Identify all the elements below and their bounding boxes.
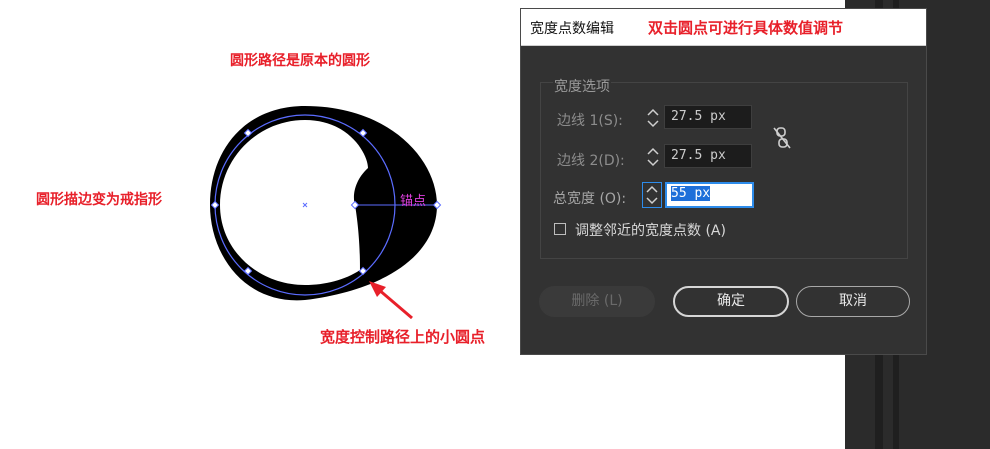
side1-input[interactable]: 27.5 px <box>664 105 752 129</box>
annotation-anchor-point: 锚点 <box>400 194 427 209</box>
total-width-label: 总宽度 (O): <box>553 191 627 207</box>
checkbox-icon[interactable] <box>554 223 566 235</box>
side2-label: 边线 2(D): <box>557 153 625 169</box>
total-width-stepper-icon[interactable] <box>642 182 662 208</box>
dialog-title-bar[interactable]: 宽度点数编辑 双击圆点可进行具体数值调节 <box>521 9 926 46</box>
annotation-width-points: 宽度控制路径上的小圆点 <box>320 328 486 346</box>
width-options-label: 宽度选项 <box>553 76 611 96</box>
annotation-double-click: 双击圆点可进行具体数值调节 <box>648 19 844 37</box>
unlink-icon[interactable] <box>771 126 793 154</box>
delete-button[interactable]: 删除 (L) <box>539 286 655 317</box>
center-mark-icon <box>302 202 308 208</box>
arrow-icon <box>369 281 413 320</box>
total-width-input[interactable]: 55 px <box>665 182 754 208</box>
side2-stepper-icon[interactable] <box>643 144 663 170</box>
side1-label: 边线 1(S): <box>557 113 623 129</box>
total-width-value: 55 px <box>671 186 711 201</box>
dialog-title: 宽度点数编辑 <box>530 21 614 37</box>
side2-input[interactable]: 27.5 px <box>664 144 752 168</box>
annotation-stroke-changed: 圆形描边变为戒指形 <box>36 192 162 208</box>
side1-stepper-icon[interactable] <box>643 105 663 131</box>
adjust-adjacent-label[interactable]: 调整邻近的宽度点数 (A) <box>575 220 726 240</box>
annotation-circle-path: 圆形路径是原本的圆形 <box>230 53 370 69</box>
width-point-edit-dialog: 宽度点数编辑 双击圆点可进行具体数值调节 宽度选项 边线 1(S): 27.5 … <box>520 8 927 355</box>
ok-button[interactable]: 确定 <box>673 286 789 317</box>
cancel-button[interactable]: 取消 <box>796 286 910 317</box>
